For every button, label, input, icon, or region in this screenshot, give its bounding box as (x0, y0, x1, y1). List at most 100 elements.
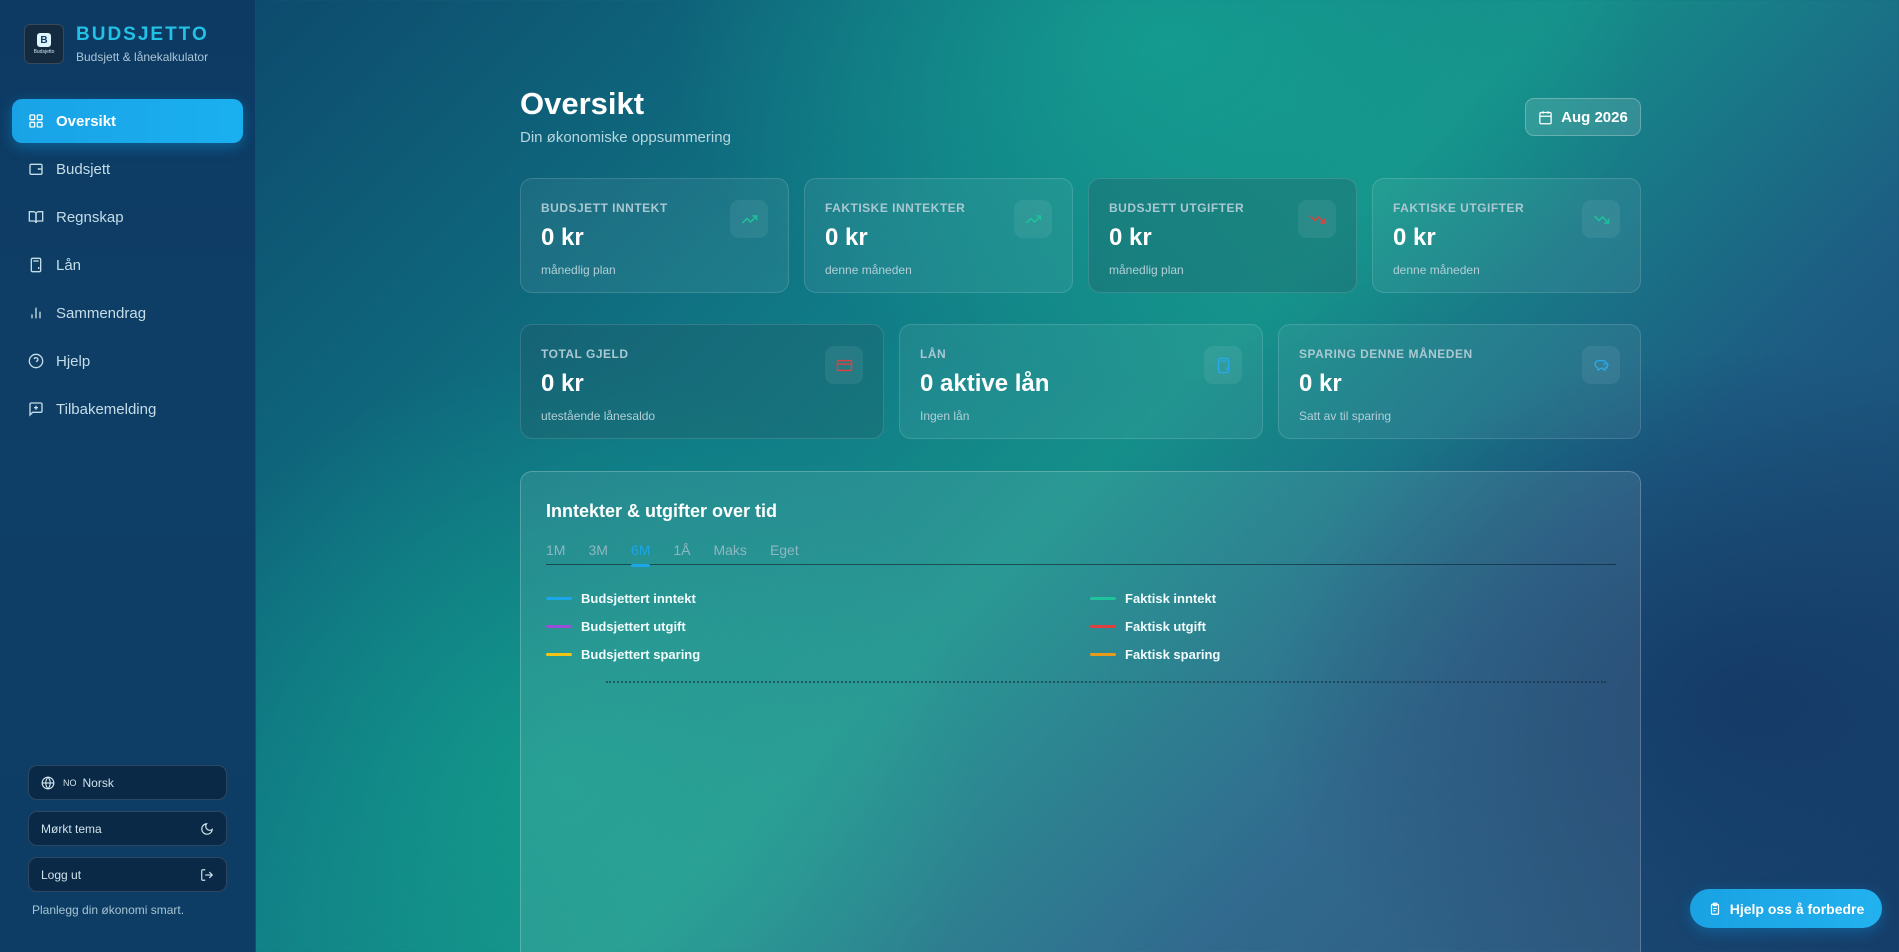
stat-card-budsjett-inntekt: Budsjett inntekt 0 kr månedlig plan (520, 178, 789, 293)
bar-chart-icon (31, 307, 41, 319)
logo-mark-icon: B (37, 33, 51, 47)
help-circle-icon (28, 353, 44, 369)
legend-label: Faktisk inntekt (1125, 590, 1217, 606)
sidebar-item-label: Hjelp (56, 352, 91, 370)
stat-note: månedlig plan (1109, 263, 1184, 277)
tab-6m[interactable]: 6M (630, 542, 651, 567)
income-expense-chart-panel: Inntekter & utgifter over tid 1M 3M 6M 1… (520, 471, 1641, 952)
language-code: NO (63, 777, 77, 788)
language-selector[interactable]: NO Norsk (28, 765, 227, 800)
stat-card-faktiske-utgifter: Faktiske utgifter 0 kr denne måneden (1372, 178, 1641, 293)
sidebar-nav: Oversikt Budsjett Regnskap Lån Sammendra… (12, 99, 243, 435)
stat-note: denne måneden (825, 263, 912, 277)
brand-name: BUDSJETTO (76, 24, 209, 45)
tab-1a[interactable]: 1Å (673, 542, 690, 565)
trending-up-icon (1025, 214, 1041, 224)
brand-subtitle: Budsjett & lånekalkulator (76, 50, 209, 64)
wallet-icon (29, 163, 43, 175)
tab-maks[interactable]: Maks (713, 542, 746, 565)
tab-3m[interactable]: 3M (588, 542, 607, 565)
sidebar-item-label: Regnskap (56, 208, 124, 226)
legend-label: Faktisk utgift (1125, 618, 1206, 634)
month-label: Aug 2026 (1561, 108, 1628, 126)
legend-label: Budsjettert sparing (581, 646, 701, 662)
sidebar: B Budsjetto BUDSJETTO Budsjett & lånekal… (0, 0, 256, 952)
tagline: Planlegg din økonomi smart. (32, 903, 185, 917)
legend-swatch (546, 624, 572, 628)
log-out-icon (201, 868, 214, 881)
feedback-help-button[interactable]: Hjelp oss å forbedre (1690, 889, 1882, 928)
brand[interactable]: B Budsjetto BUDSJETTO Budsjett & lånekal… (24, 24, 209, 64)
stat-icon-box (1298, 200, 1336, 238)
sidebar-item-lan[interactable]: Lån (12, 243, 243, 287)
trending-down-icon (1593, 214, 1609, 224)
sidebar-footer: NO Norsk Mørkt tema Logg ut Planlegg din… (28, 765, 227, 917)
calculator-icon (1217, 357, 1229, 373)
sidebar-item-label: Tilbakemelding (56, 400, 157, 418)
month-picker-button[interactable]: Aug 2026 (1525, 98, 1641, 136)
stat-icon-box (825, 346, 863, 384)
theme-label: Mørkt tema (41, 821, 102, 836)
logout-button[interactable]: Logg ut (28, 857, 227, 892)
stat-note: denne måneden (1393, 263, 1480, 277)
legend-item[interactable]: Budsjettert inntekt (546, 589, 1090, 607)
help-button-label: Hjelp oss å forbedre (1729, 900, 1865, 917)
chart-title: Inntekter & utgifter over tid (546, 501, 778, 521)
stat-card-budsjett-utgifter: Budsjett utgifter 0 kr månedlig plan (1088, 178, 1357, 293)
language-label: Norsk (82, 775, 114, 790)
credit-card-icon (836, 359, 852, 371)
legend-item[interactable]: Budsjettert sparing (546, 645, 1090, 663)
stat-icon-box (1582, 200, 1620, 238)
stat-label: Lån (920, 347, 947, 361)
stat-note: Satt av til sparing (1299, 409, 1392, 423)
stat-note: utestående lånesaldo (541, 409, 656, 423)
sidebar-item-sammendrag[interactable]: Sammendrag (12, 291, 243, 335)
stat-value: 0 kr (541, 370, 584, 397)
legend-item[interactable]: Faktisk sparing (1090, 645, 1490, 663)
sidebar-item-label: Oversikt (56, 112, 117, 130)
sidebar-item-tilbakemelding[interactable]: Tilbakemelding (12, 387, 243, 431)
theme-toggle[interactable]: Mørkt tema (28, 811, 227, 846)
moon-icon (201, 822, 213, 835)
stat-value: 0 aktive lån (920, 370, 1050, 397)
legend-label: Budsjettert inntekt (581, 590, 696, 606)
stat-note: Ingen lån (920, 409, 970, 423)
legend-item[interactable]: Budsjettert utgift (546, 617, 1090, 635)
page-title: Oversikt (520, 86, 645, 121)
tab-eget[interactable]: Eget (770, 542, 799, 565)
legend-item[interactable]: Faktisk inntekt (1090, 589, 1490, 607)
legend-swatch (1090, 596, 1116, 600)
piggy-bank-icon (1593, 359, 1609, 370)
stat-icon-box (1204, 346, 1242, 384)
chart-gridline (606, 681, 1606, 683)
stat-card-faktiske-inntekter: Faktiske inntekter 0 kr denne måneden (804, 178, 1073, 293)
layout-grid-icon (29, 114, 43, 128)
trending-up-icon (741, 214, 757, 224)
sidebar-item-label: Budsjett (56, 160, 111, 178)
message-square-icon (29, 402, 43, 417)
sidebar-item-budsjett[interactable]: Budsjett (12, 147, 243, 191)
sidebar-item-regnskap[interactable]: Regnskap (12, 195, 243, 239)
legend-label: Budsjettert utgift (581, 618, 686, 634)
sidebar-item-label: Lån (56, 256, 82, 274)
clipboard-icon (1710, 902, 1719, 915)
stat-value: 0 kr (1299, 370, 1342, 397)
stat-label: Total gjeld (541, 347, 629, 361)
tab-1m[interactable]: 1M (546, 542, 565, 565)
stat-icon-box (730, 200, 768, 238)
legend-swatch (1090, 624, 1116, 628)
stat-note: månedlig plan (541, 263, 616, 277)
brand-logo: B Budsjetto (24, 24, 64, 64)
sidebar-item-hjelp[interactable]: Hjelp (12, 339, 243, 383)
chart-legend: Budsjettert inntekt Faktisk inntekt Buds… (546, 589, 1616, 663)
sidebar-item-oversikt[interactable]: Oversikt (12, 99, 243, 143)
stat-card-sparing: Sparing denne måneden 0 kr Satt av til s… (1278, 324, 1641, 439)
book-open-icon (28, 211, 44, 224)
range-tabs: 1M 3M 6M 1Å Maks Eget (546, 542, 1616, 567)
legend-swatch (546, 596, 572, 600)
page-subtitle: Din økonomiske oppsummering (520, 129, 731, 146)
legend-swatch (546, 652, 572, 656)
stat-icon-box (1582, 346, 1620, 384)
sidebar-item-label: Sammendrag (56, 304, 147, 322)
legend-item[interactable]: Faktisk utgift (1090, 617, 1490, 635)
